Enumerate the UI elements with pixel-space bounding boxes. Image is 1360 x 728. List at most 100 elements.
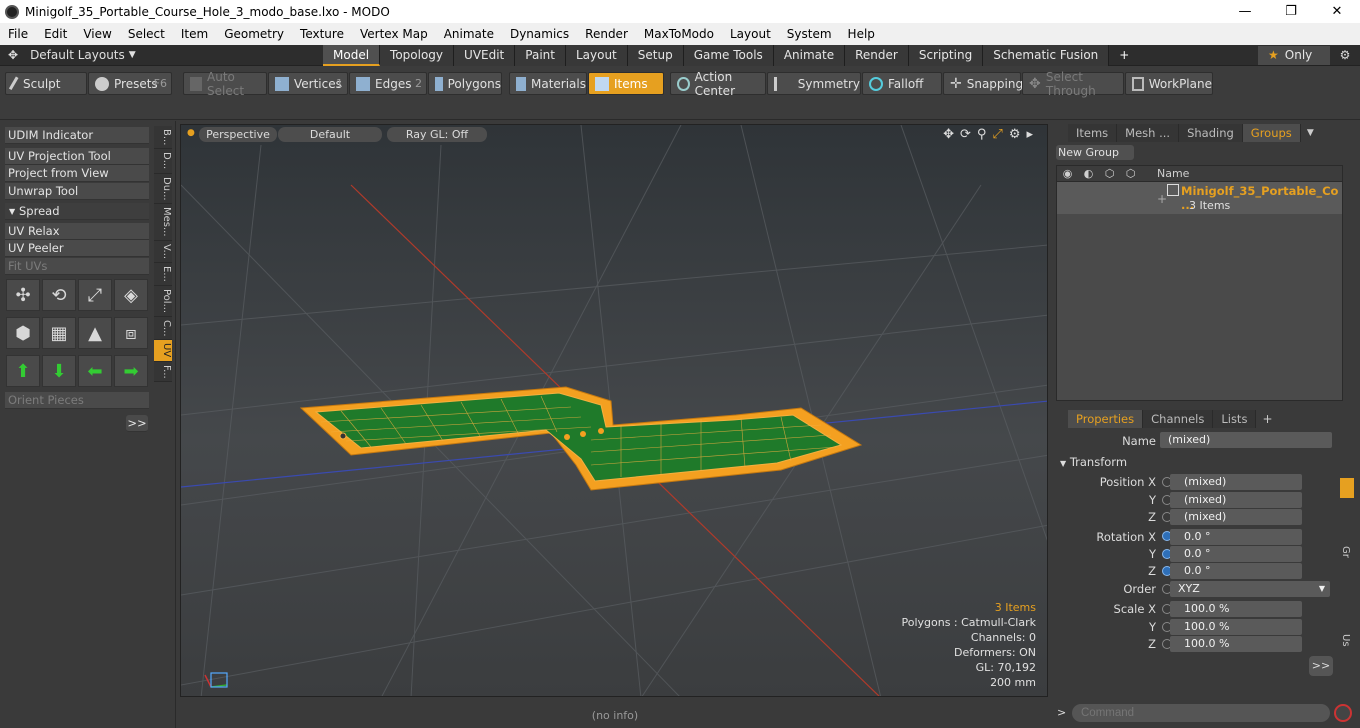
menu-file[interactable]: File bbox=[0, 27, 36, 41]
uv-rotate-icon[interactable]: ⟲ bbox=[42, 279, 76, 311]
tab-paint[interactable]: Paint bbox=[515, 45, 566, 66]
add-tab-icon[interactable]: + bbox=[1256, 410, 1278, 428]
menu-animate[interactable]: Animate bbox=[436, 27, 502, 41]
sidetab-e[interactable]: E... bbox=[154, 262, 172, 286]
unwrap-tool-button[interactable]: Unwrap Tool bbox=[5, 183, 149, 200]
rotation-x-field[interactable]: 0.0 ° bbox=[1170, 529, 1302, 545]
3d-viewport[interactable]: Perspective Default Ray GL: Off ● ✥ ⟳ ⚲ … bbox=[180, 124, 1048, 697]
sidetab-d[interactable]: D... bbox=[154, 149, 172, 174]
minigolf-mesh[interactable] bbox=[299, 386, 863, 491]
orient-pieces-button[interactable]: Orient Pieces bbox=[5, 392, 149, 409]
uv-projection-tool-button[interactable]: UV Projection Tool bbox=[5, 148, 149, 165]
sidetab-v[interactable]: V... bbox=[154, 240, 172, 263]
uv-cube-icon[interactable]: ⧈ bbox=[114, 317, 148, 349]
menu-layout[interactable]: Layout bbox=[722, 27, 779, 41]
side-tab-gr[interactable]: Gr bbox=[1340, 546, 1351, 558]
snapping-button[interactable]: ✛ Snapping bbox=[943, 72, 1023, 95]
tab-topology[interactable]: Topology bbox=[380, 45, 455, 66]
symmetry-button[interactable]: Symmetry bbox=[767, 72, 861, 95]
menu-texture[interactable]: Texture bbox=[292, 27, 352, 41]
tab-model[interactable]: Model bbox=[323, 45, 381, 66]
gear-icon[interactable]: ⚙ bbox=[1334, 45, 1356, 66]
uv-box-icon[interactable]: ◈ bbox=[114, 279, 148, 311]
menu-system[interactable]: System bbox=[779, 27, 840, 41]
more-tools-button[interactable]: >> bbox=[126, 415, 148, 432]
tab-lists[interactable]: Lists bbox=[1213, 410, 1257, 428]
vertices-button[interactable]: Vertices 1 bbox=[268, 72, 348, 95]
menu-render[interactable]: Render bbox=[577, 27, 636, 41]
rotation-y-field[interactable]: 0.0 ° bbox=[1170, 546, 1302, 562]
minimize-button[interactable]: — bbox=[1222, 0, 1268, 23]
uv-relax-button[interactable]: UV Relax bbox=[5, 223, 149, 240]
more-properties-button[interactable]: >> bbox=[1309, 656, 1333, 676]
uv-move-icon[interactable]: ✣ bbox=[6, 279, 40, 311]
transform-section[interactable]: ▼ Transform bbox=[1060, 455, 1127, 469]
workplane-button[interactable]: WorkPlane bbox=[1125, 72, 1213, 95]
tab-shading[interactable]: Shading bbox=[1179, 124, 1243, 142]
play-icon[interactable]: ▸ bbox=[1026, 127, 1033, 142]
order-dropdown[interactable]: XYZ ▼ bbox=[1170, 581, 1330, 597]
sidetab-pol[interactable]: Pol... bbox=[154, 285, 172, 317]
uv-scale-icon[interactable]: ⤢ bbox=[78, 279, 112, 311]
menu-edit[interactable]: Edit bbox=[36, 27, 75, 41]
chevron-down-icon[interactable]: ▼ bbox=[1301, 124, 1320, 142]
presets-button[interactable]: Presets F6 bbox=[88, 72, 172, 95]
polygons-button[interactable]: Polygons bbox=[428, 72, 502, 95]
raygl-toggle[interactable]: Ray GL: Off bbox=[387, 127, 487, 142]
scale-y-field[interactable]: 100.0 % bbox=[1170, 619, 1302, 635]
position-x-field[interactable]: (mixed) bbox=[1170, 474, 1302, 490]
rotate-icon[interactable]: ⟳ bbox=[960, 127, 971, 142]
new-group-button[interactable]: New Group bbox=[1056, 145, 1134, 160]
maximize-button[interactable]: ❐ bbox=[1268, 0, 1314, 23]
scale-z-field[interactable]: 100.0 % bbox=[1170, 636, 1302, 652]
sidetab-du[interactable]: Du... bbox=[154, 173, 172, 205]
items-button[interactable]: Items bbox=[588, 72, 664, 95]
add-tab-button[interactable]: + bbox=[1109, 45, 1139, 66]
expand-icon[interactable]: + bbox=[1157, 192, 1167, 206]
arrow-right-icon[interactable]: ➡ bbox=[114, 355, 148, 387]
scale-x-field[interactable]: 100.0 % bbox=[1170, 601, 1302, 617]
menu-view[interactable]: View bbox=[75, 27, 119, 41]
menu-help[interactable]: Help bbox=[840, 27, 883, 41]
shading-dropdown[interactable]: Default bbox=[278, 127, 382, 142]
fit-icon[interactable]: ⤢ bbox=[992, 127, 1002, 142]
arrow-down-icon[interactable]: ⬇ bbox=[42, 355, 76, 387]
sidetab-c[interactable]: C... bbox=[154, 316, 172, 341]
uv-cylinder-icon[interactable]: ⬢ bbox=[6, 317, 40, 349]
zoom-icon[interactable]: ⚲ bbox=[977, 127, 987, 142]
tab-animate[interactable]: Animate bbox=[773, 45, 846, 66]
arrow-left-icon[interactable]: ⬅ bbox=[78, 355, 112, 387]
sidetab-f[interactable]: F... bbox=[154, 361, 172, 383]
fit-uvs-button[interactable]: Fit UVs bbox=[5, 258, 149, 275]
pan-icon[interactable]: ✥ bbox=[943, 127, 954, 142]
uv-peeler-button[interactable]: UV Peeler bbox=[5, 240, 149, 257]
tab-setup[interactable]: Setup bbox=[627, 45, 684, 66]
command-input[interactable] bbox=[1072, 704, 1330, 722]
close-button[interactable]: ✕ bbox=[1314, 0, 1360, 23]
project-from-view-button[interactable]: Project from View bbox=[5, 165, 149, 182]
side-tab-active-marker[interactable] bbox=[1340, 478, 1354, 498]
sidetab-uv[interactable]: UV bbox=[154, 340, 172, 362]
record-icon[interactable] bbox=[1334, 704, 1352, 722]
materials-button[interactable]: Materials bbox=[509, 72, 587, 95]
sidetab-mesh[interactable]: Mes... bbox=[154, 204, 172, 241]
group-row[interactable]: Minigolf_35_Portable_Co ... 3 Items + bbox=[1057, 182, 1342, 214]
tab-uvedit[interactable]: UVEdit bbox=[454, 45, 516, 66]
uv-pyramid-icon[interactable]: ▲ bbox=[78, 317, 112, 349]
layouts-dropdown[interactable]: ✥ Default Layouts ▼ bbox=[0, 48, 160, 62]
tab-layout[interactable]: Layout bbox=[565, 45, 628, 66]
position-z-field[interactable]: (mixed) bbox=[1170, 509, 1302, 525]
name-field[interactable]: (mixed) bbox=[1160, 432, 1332, 448]
sidetab-b[interactable]: B... bbox=[154, 126, 172, 150]
arrow-up-icon[interactable]: ⬆ bbox=[6, 355, 40, 387]
tab-scripting[interactable]: Scripting bbox=[908, 45, 984, 66]
tab-groups[interactable]: Groups bbox=[1242, 124, 1301, 142]
viewport-gear-icon[interactable]: ⚙ bbox=[1009, 127, 1021, 142]
udim-indicator-button[interactable]: UDIM Indicator bbox=[5, 127, 149, 144]
auto-select-button[interactable]: Auto Select bbox=[183, 70, 267, 98]
tab-schematic-fusion[interactable]: Schematic Fusion bbox=[983, 45, 1110, 66]
perspective-dropdown[interactable]: Perspective bbox=[199, 127, 277, 142]
tab-render[interactable]: Render bbox=[845, 45, 909, 66]
menu-select[interactable]: Select bbox=[120, 27, 173, 41]
falloff-button[interactable]: Falloff bbox=[862, 72, 942, 95]
